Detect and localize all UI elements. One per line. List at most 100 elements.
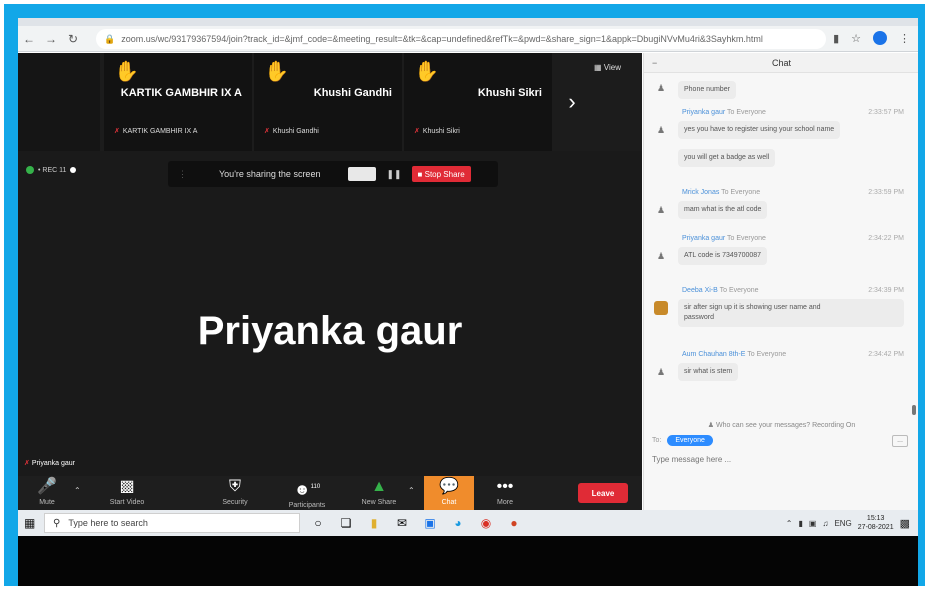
message-time: 2:34:39 PM — [868, 287, 904, 294]
taskbar-search-box[interactable]: ⚲ Type here to search — [44, 513, 300, 533]
pause-share-icon[interactable]: ❚❚ — [386, 169, 401, 180]
black-letterbox — [18, 536, 918, 586]
share-toggle[interactable] — [348, 167, 377, 181]
next-page-chevron-icon[interactable]: › — [558, 53, 586, 151]
muted-mic-icon: ✗ — [24, 460, 30, 467]
participant-label: ✗ Khushi Sikri — [414, 128, 460, 135]
chat-bubble-icon: 💬 — [439, 478, 459, 495]
browser-actions: ▮ ☆ ⋮ — [833, 31, 910, 45]
recipient-row: To: Everyone — [652, 435, 713, 446]
participant-tile[interactable]: ✋ Khushi Gandhi ✗ Khushi Gandhi — [254, 53, 402, 151]
stop-share-button[interactable]: ■ Stop Share — [411, 166, 471, 182]
message-time: 2:33:57 PM — [868, 109, 904, 116]
battery-icon[interactable]: ▮ — [798, 519, 802, 528]
participant-label: ✗ Khushi Gandhi — [264, 128, 319, 135]
participant-name: Khushi Sikri — [477, 87, 542, 99]
share-banner-text: You're sharing the screen — [219, 169, 321, 179]
participant-tile[interactable]: ✋ Khushi Sikri ✗ Khushi Sikri — [404, 53, 552, 151]
lock-icon: 🔒 — [104, 33, 116, 44]
encryption-shield-icon — [26, 166, 34, 174]
ellipsis-icon: ••• — [496, 478, 514, 495]
profile-avatar[interactable] — [873, 31, 887, 45]
muted-mic-icon: ✗ — [114, 128, 120, 135]
windows-start-icon[interactable]: ▦ — [24, 516, 38, 530]
network-icon[interactable]: ▣ — [809, 519, 817, 528]
store-icon[interactable]: ▣ — [420, 513, 440, 533]
status-text: • REC 11 — [38, 166, 67, 174]
recording-note[interactable]: ♟ Who can see your messages? Recording O… — [644, 421, 918, 429]
chat-more-button[interactable]: ... — [892, 435, 908, 447]
browser-toolbar: ← → ↻ 🔒 zoom.us/wc/93179367594/join?trac… — [18, 26, 918, 52]
reload-icon[interactable]: ↻ — [62, 32, 84, 46]
scroll-thumb[interactable] — [912, 405, 916, 415]
share-options-caret-icon[interactable]: ⌃ — [408, 486, 415, 495]
meeting-status: • REC 11 — [26, 166, 77, 174]
url-text: zoom.us/wc/93179367594/join?track_id=&jm… — [121, 34, 763, 44]
mail-icon[interactable]: ✉ — [392, 513, 412, 533]
meeting-area: ✋ KARTIK GAMBHIR IX A ✗ KARTIK GAMBHIR IX… — [18, 53, 642, 497]
message-meta: Priyanka gaur To Everyone — [682, 235, 766, 242]
blue-frame: ← → ↻ 🔒 zoom.us/wc/93179367594/join?trac… — [4, 4, 925, 586]
file-explorer-icon[interactable]: ▮ — [364, 513, 384, 533]
chrome-icon[interactable]: ◉ — [476, 513, 496, 533]
raised-hand-icon: ✋ — [114, 61, 139, 83]
message-time: 2:34:22 PM — [868, 235, 904, 242]
windows-taskbar: ▦ ⚲ Type here to search ○ ❏ ▮ ✉ ▣ ◕ ◉ ● … — [18, 510, 918, 536]
chat-title: Chat — [771, 57, 791, 68]
shield-icon: ⛨ — [228, 478, 241, 495]
more-button[interactable]: ••• More — [480, 478, 530, 506]
message-meta: Mrick Jonas To Everyone — [682, 189, 761, 196]
message-time: 2:34:42 PM — [868, 351, 904, 358]
collapse-icon[interactable]: − — [652, 58, 657, 68]
tile-blank — [18, 53, 100, 151]
recipient-dropdown[interactable]: Everyone — [667, 435, 713, 446]
drag-handle-icon[interactable]: ⋮ — [178, 169, 187, 180]
start-video-button[interactable]: ▩ Start Video — [102, 478, 152, 506]
cortana-icon[interactable]: ○ — [308, 513, 328, 533]
participants-icon: ☻110 — [293, 481, 321, 499]
record-dot-icon — [70, 167, 77, 173]
microphone-icon: 🎤 — [37, 478, 57, 495]
audio-options-caret-icon[interactable]: ⌃ — [74, 486, 81, 495]
chat-button[interactable]: 💬 Chat — [424, 476, 474, 510]
people-icon: ♟ — [707, 422, 715, 429]
message-meta: Priyanka gaur To Everyone — [682, 109, 766, 116]
chat-message-input[interactable] — [652, 451, 902, 467]
notifications-icon[interactable]: ▩ — [900, 517, 910, 530]
clock[interactable]: 15:13 27-08-2021 — [858, 514, 894, 532]
address-bar[interactable]: 🔒 zoom.us/wc/93179367594/join?track_id=&… — [96, 29, 826, 49]
security-button[interactable]: ⛨ Security — [210, 478, 260, 506]
powerpoint-icon[interactable]: ● — [504, 513, 524, 533]
tray-expand-icon[interactable]: ⌃ — [786, 519, 793, 528]
new-share-button[interactable]: ▲ New Share — [354, 478, 404, 506]
mute-button[interactable]: 🎤 Mute — [22, 478, 72, 506]
forward-arrow-icon[interactable]: → — [40, 32, 62, 46]
user-avatar-icon: ♟ — [656, 205, 666, 215]
message-meta: Deeba Xi-B To Everyone — [682, 287, 759, 294]
taskbar-apps: ○ ❏ ▮ ✉ ▣ ◕ ◉ ● — [308, 513, 524, 533]
video-off-icon: ▩ — [119, 478, 135, 495]
participants-button[interactable]: ☻110 Participants — [282, 478, 332, 509]
search-placeholder: Type here to search — [68, 518, 148, 528]
edge-icon[interactable]: ◕ — [448, 513, 468, 533]
message-bubble: ATL code is 7349700087 — [678, 247, 768, 265]
user-avatar-icon: ♟ — [656, 83, 666, 93]
task-view-icon[interactable]: ❏ — [336, 513, 356, 533]
search-icon: ⚲ — [53, 517, 61, 529]
star-icon[interactable]: ☆ — [851, 32, 861, 45]
volume-icon[interactable]: ♫ — [822, 519, 828, 528]
language-indicator[interactable]: ENG — [834, 519, 851, 528]
back-arrow-icon[interactable]: ← — [18, 32, 40, 46]
muted-mic-icon: ✗ — [264, 128, 270, 135]
view-button[interactable]: ▦ View — [594, 63, 621, 72]
extension-icon[interactable]: ▮ — [833, 32, 839, 45]
participant-tile[interactable]: ✋ KARTIK GAMBHIR IX A ✗ KARTIK GAMBHIR IX… — [104, 53, 252, 151]
chat-scrollbar[interactable] — [912, 75, 916, 417]
share-banner: ⋮ You're sharing the screen ❚❚ ■ Stop Sh… — [168, 161, 498, 187]
message-bubble: yes you have to register using your scho… — [678, 121, 841, 139]
menu-icon[interactable]: ⋮ — [899, 32, 910, 45]
leave-button[interactable]: Leave — [578, 483, 628, 503]
message-bubble: mam what is the atl code — [678, 201, 768, 219]
chat-messages[interactable]: ♟ Phone number Priyanka gaur To Everyone… — [644, 75, 918, 417]
chat-header: − Chat — [644, 53, 918, 73]
